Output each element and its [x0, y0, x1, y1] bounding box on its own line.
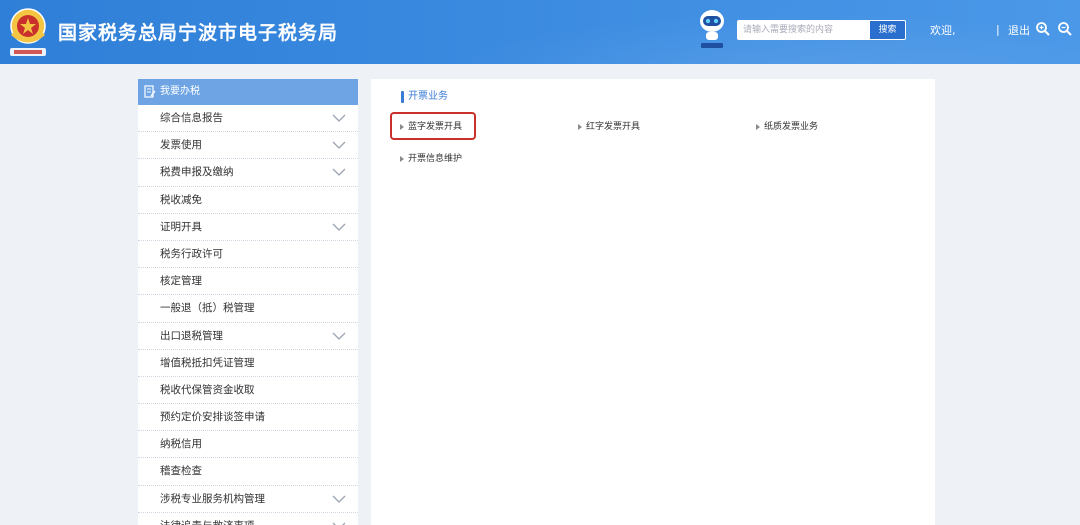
- link-red-invoice[interactable]: 红字发票开具: [578, 121, 640, 133]
- welcome-text: 欢迎,: [930, 24, 956, 37]
- chevron-down-icon[interactable]: [332, 113, 346, 123]
- link-blue-invoice[interactable]: 蓝字发票开具: [400, 121, 462, 133]
- chevron-down-icon[interactable]: [332, 494, 346, 504]
- main-panel: 开票业务 蓝字发票开具 红字发票开具 纸质发票业务 开票信息维护: [371, 79, 935, 525]
- sidebar-item-label: 一般退（抵）税管理: [160, 302, 255, 315]
- sidebar-item[interactable]: 预约定价安排谈签申请: [138, 404, 358, 432]
- sidebar-item[interactable]: 出口退税管理: [138, 323, 358, 350]
- sidebar-item[interactable]: 法律追责与救济事项: [138, 513, 358, 525]
- tax-emblem-icon: [10, 8, 46, 56]
- section-title: 开票业务: [401, 90, 448, 103]
- chevron-down-icon[interactable]: [332, 331, 346, 341]
- chevron-down-icon[interactable]: [332, 521, 346, 525]
- sidebar-item-label: 核定管理: [160, 275, 202, 288]
- sidebar-item-label: 税务行政许可: [160, 247, 223, 260]
- search-button[interactable]: 搜索: [869, 20, 906, 40]
- sidebar-list: 综合信息报告 发票使用税费申报及缴纳 税收减免证明开具税务行政许可 核定管理一般退（抵…: [138, 105, 358, 525]
- sidebar-item[interactable]: 综合信息报告: [138, 105, 358, 133]
- robot-assistant-icon[interactable]: [697, 6, 727, 50]
- sidebar-title: 我要办税: [160, 86, 200, 97]
- sidebar-header[interactable]: 我要办税: [138, 79, 358, 105]
- link-invoice-info[interactable]: 开票信息维护: [400, 153, 462, 165]
- zoom-in-icon[interactable]: [1035, 21, 1051, 37]
- zoom-out-icon[interactable]: [1057, 21, 1073, 37]
- sidebar-item-label: 税收代保管资金收取: [160, 383, 255, 396]
- sidebar-item[interactable]: 纳税信用: [138, 431, 358, 459]
- sidebar-item-label: 增值税抵扣凭证管理: [160, 356, 255, 369]
- sidebar-item-label: 法律追责与救济事项: [160, 520, 255, 525]
- document-edit-icon: [144, 85, 156, 98]
- sidebar-item-label: 出口退税管理: [160, 329, 223, 342]
- sidebar-item-label: 证明开具: [160, 220, 202, 233]
- sidebar-item[interactable]: 税费申报及缴纳: [138, 159, 358, 187]
- sidebar-item-label: 稽查检查: [160, 465, 202, 478]
- header-divider: |: [996, 23, 1000, 36]
- sidebar-item[interactable]: 税收代保管资金收取: [138, 377, 358, 405]
- sidebar-item[interactable]: 一般退（抵）税管理: [138, 295, 358, 323]
- sidebar-item[interactable]: 核定管理: [138, 268, 358, 296]
- sidebar-item[interactable]: 税务行政许可: [138, 241, 358, 269]
- sidebar-item[interactable]: 证明开具: [138, 214, 358, 241]
- sidebar-item-label: 发票使用: [160, 139, 202, 152]
- sidebar-item[interactable]: 涉税专业服务机构管理: [138, 486, 358, 513]
- sidebar-item[interactable]: 税收减免: [138, 187, 358, 214]
- search-input[interactable]: [737, 20, 870, 40]
- chevron-down-icon[interactable]: [332, 222, 346, 232]
- sidebar-item-label: 涉税专业服务机构管理: [160, 492, 265, 505]
- sidebar-item-label: 预约定价安排谈签申请: [160, 411, 265, 424]
- chevron-down-icon[interactable]: [332, 140, 346, 150]
- chevron-down-icon[interactable]: [332, 167, 346, 177]
- sidebar-menu: 我要办税 综合信息报告 发票使用税费申报及缴纳 税收减免证明开具税务行政许可 核定管理…: [138, 79, 358, 525]
- link-paper-invoice[interactable]: 纸质发票业务: [756, 121, 818, 133]
- sidebar-item-label: 纳税信用: [160, 438, 202, 451]
- sidebar-item-label: 综合信息报告: [160, 112, 223, 124]
- logout-link[interactable]: 退出: [1008, 22, 1030, 38]
- sidebar-item[interactable]: 发票使用: [138, 132, 358, 160]
- sidebar-item[interactable]: 增值税抵扣凭证管理: [138, 350, 358, 377]
- sidebar-item-label: 税收减免: [160, 193, 202, 206]
- header-decoration: [380, 0, 1080, 64]
- top-header: 国家税务总局宁波市电子税务局 搜索 欢迎, | 退出: [0, 0, 1080, 64]
- site-title: 国家税务总局宁波市电子税务局: [58, 22, 339, 44]
- sidebar-item-label: 税费申报及缴纳: [160, 166, 234, 179]
- sidebar-item[interactable]: 稽查检查: [138, 458, 358, 486]
